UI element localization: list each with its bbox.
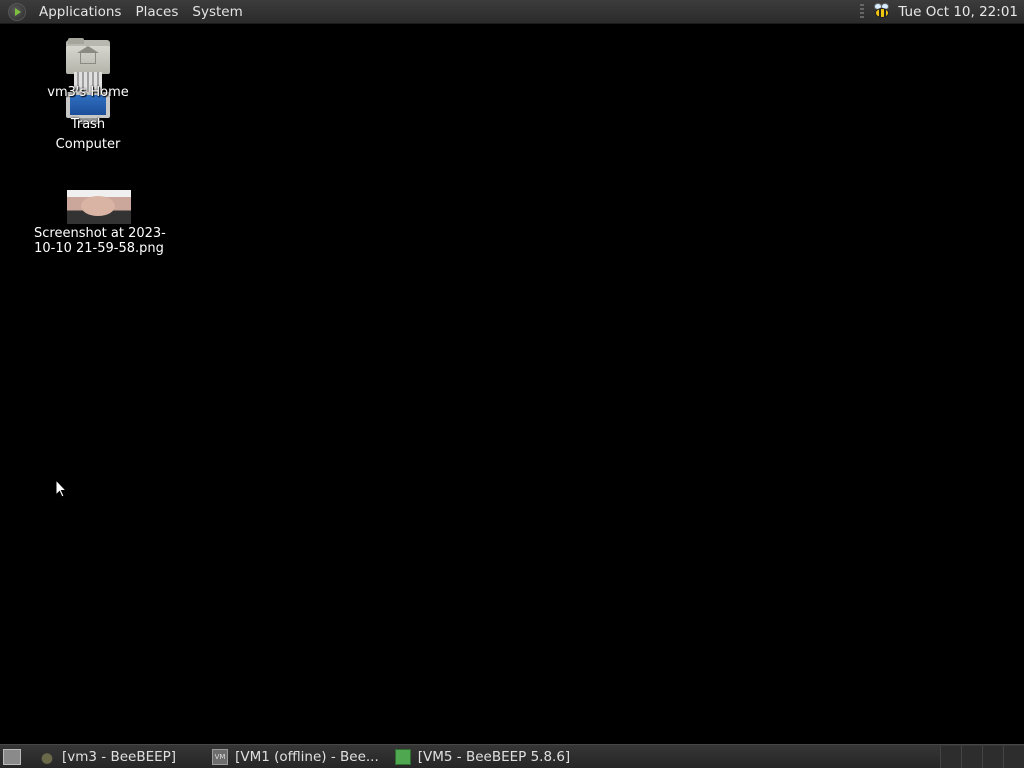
top-panel-tray: Tue Oct 10, 22:01 — [860, 0, 1024, 24]
desktop-label-trash[interactable]: Trash — [44, 117, 132, 132]
screenshot-label-line2: 10-10 21-59-58.png — [34, 241, 164, 256]
panel-handle[interactable] — [860, 3, 865, 20]
taskbar-item-vm1[interactable]: VM [VM1 (offline) - Bee... — [206, 746, 385, 768]
mouse-pointer-icon — [55, 479, 67, 498]
show-desktop-icon[interactable] — [3, 748, 21, 765]
desktop-icon-screenshot[interactable]: Screenshot at 2023- 10-10 21-59-58.png — [34, 190, 166, 256]
taskbar-item-vm5[interactable]: [VM5 - BeeBEEP 5.8.6] — [389, 746, 576, 768]
workspace-switcher — [940, 745, 1024, 768]
workspace-2[interactable] — [961, 745, 982, 768]
main-menu-logo-icon[interactable] — [8, 2, 26, 21]
workspace-3[interactable] — [982, 745, 1003, 768]
green-window-icon — [394, 748, 411, 765]
desktop-icon-home[interactable] — [44, 38, 132, 74]
taskbar-item-label: [vm3 - BeeBEEP] — [62, 748, 177, 765]
screenshot-label-line1: Screenshot at 2023- — [34, 226, 166, 241]
beebeep-icon — [39, 748, 55, 765]
desktop-label-computer[interactable]: Computer — [44, 137, 132, 152]
image-thumbnail — [67, 190, 131, 224]
menu-system[interactable]: System — [185, 0, 249, 24]
taskbar-item-label: [VM5 - BeeBEEP 5.8.6] — [417, 748, 571, 765]
desktop-label-home[interactable]: vm3's Home — [44, 85, 132, 100]
menu-places[interactable]: Places — [128, 0, 185, 24]
menu-applications[interactable]: Applications — [32, 0, 128, 24]
home-folder-icon — [66, 38, 110, 74]
bottom-panel: [vm3 - BeeBEEP] VM [VM1 (offline) - Bee.… — [0, 744, 1024, 768]
taskbar-item-vm3[interactable]: [vm3 - BeeBEEP] — [33, 746, 182, 768]
workspace-1[interactable] — [940, 745, 961, 768]
clock[interactable]: Tue Oct 10, 22:01 — [898, 4, 1024, 20]
workspace-4[interactable] — [1003, 745, 1024, 768]
taskbar-item-label: [VM1 (offline) - Bee... — [235, 748, 379, 765]
top-panel: Applications Places System Tue Oct 10, 2… — [0, 0, 1024, 24]
beebeep-tray-icon[interactable] — [872, 2, 892, 21]
vm-icon: VM — [212, 748, 229, 765]
